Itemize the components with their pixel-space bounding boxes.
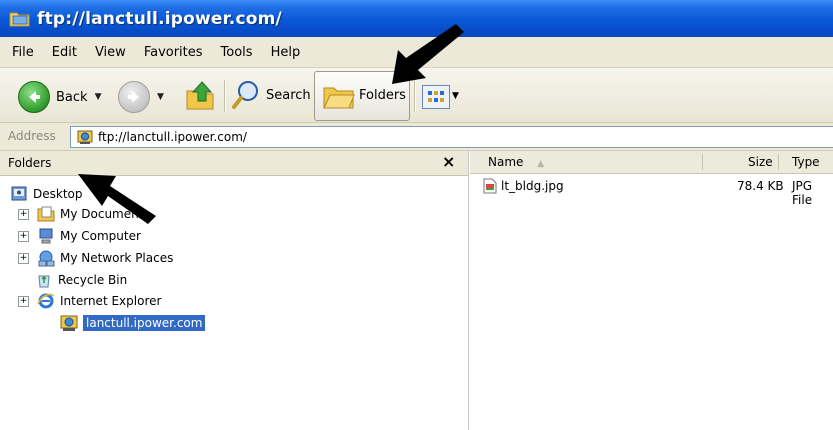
tree-item-label: Internet Explorer — [60, 294, 162, 308]
tree-item-label: lanctull.ipower.com — [83, 315, 206, 331]
column-header-size[interactable]: Size — [748, 155, 773, 169]
my-computer-icon — [39, 228, 53, 244]
column-divider[interactable] — [702, 154, 703, 170]
tree-item-label: Recycle Bin — [58, 273, 128, 287]
views-button[interactable] — [422, 85, 450, 109]
column-header-type[interactable]: Type — [792, 155, 820, 169]
network-places-icon — [38, 250, 55, 267]
column-header-name[interactable]: Name ▲ — [488, 155, 544, 169]
menu-view[interactable]: View — [86, 45, 135, 60]
internet-explorer-icon — [37, 293, 55, 309]
folders-label: Folders — [359, 88, 406, 103]
menu-favorites[interactable]: Favorites — [135, 45, 212, 60]
views-grid-icon — [428, 91, 444, 102]
tree-item-label: My Computer — [60, 229, 141, 243]
address-bar: Address ftp://lanctull.ipower.com/ — [0, 123, 833, 151]
forward-button[interactable]: ▼ — [118, 81, 164, 113]
forward-arrow-icon — [118, 81, 150, 113]
folders-pane-title: Folders — [8, 156, 52, 170]
back-arrow-icon — [18, 81, 50, 113]
up-folder-icon — [186, 81, 214, 110]
search-label: Search — [266, 87, 311, 103]
my-documents-icon — [37, 206, 55, 222]
forward-dropdown-icon[interactable]: ▼ — [157, 92, 164, 102]
tree-item-my-network-places[interactable]: + My Network Places — [18, 248, 173, 268]
back-button[interactable]: Back ▼ — [18, 81, 101, 113]
folder-icon — [9, 12, 30, 27]
menu-edit[interactable]: Edit — [43, 45, 86, 60]
menu-file[interactable]: File — [0, 45, 43, 60]
desktop-icon — [11, 186, 27, 201]
menu-help[interactable]: Help — [262, 45, 310, 60]
jpg-file-icon — [483, 178, 497, 194]
annotation-arrow-icon — [78, 174, 156, 224]
expand-icon[interactable]: + — [18, 230, 29, 242]
expand-icon[interactable]: + — [18, 208, 29, 220]
tree-item-recycle-bin[interactable]: Recycle Bin — [35, 270, 127, 290]
toolbar-separator — [224, 80, 226, 112]
address-input[interactable]: ftp://lanctull.ipower.com/ — [70, 126, 833, 148]
search-icon — [232, 81, 258, 109]
sort-ascending-icon: ▲ — [537, 159, 545, 169]
back-dropdown-icon[interactable]: ▼ — [95, 92, 102, 102]
up-button[interactable] — [184, 79, 218, 111]
menu-tools[interactable]: Tools — [212, 45, 262, 60]
views-dropdown-icon[interactable]: ▼ — [452, 91, 459, 101]
expand-icon[interactable]: + — [18, 252, 29, 264]
file-list-header: Name ▲ Size Type — [470, 151, 833, 174]
ftp-folder-icon — [77, 130, 93, 144]
file-row[interactable]: lt_bldg.jpg — [482, 177, 564, 195]
tree-item-internet-explorer[interactable]: + Internet Explorer — [18, 291, 161, 311]
tree-item-label: My Network Places — [60, 251, 174, 265]
annotation-arrow-icon — [392, 24, 464, 84]
tree-item-my-computer[interactable]: + My Computer — [18, 226, 141, 246]
tree-item-ftp-site[interactable]: lanctull.ipower.com — [60, 313, 206, 333]
recycle-bin-icon — [38, 275, 50, 288]
search-button[interactable]: Search — [232, 80, 311, 110]
back-label: Back — [56, 89, 88, 105]
ftp-folder-icon — [60, 315, 78, 331]
file-size: 78.4 KB — [737, 179, 784, 193]
window-title: ftp://lanctull.ipower.com/ — [37, 8, 282, 29]
folders-icon — [323, 87, 355, 109]
address-value: ftp://lanctull.ipower.com/ — [98, 130, 247, 144]
expand-icon[interactable]: + — [18, 295, 29, 307]
file-type: JPG File — [792, 179, 813, 207]
file-name: lt_bldg.jpg — [501, 179, 564, 193]
address-label: Address — [8, 129, 56, 143]
column-divider[interactable] — [778, 154, 779, 170]
close-icon[interactable]: × — [442, 152, 455, 171]
